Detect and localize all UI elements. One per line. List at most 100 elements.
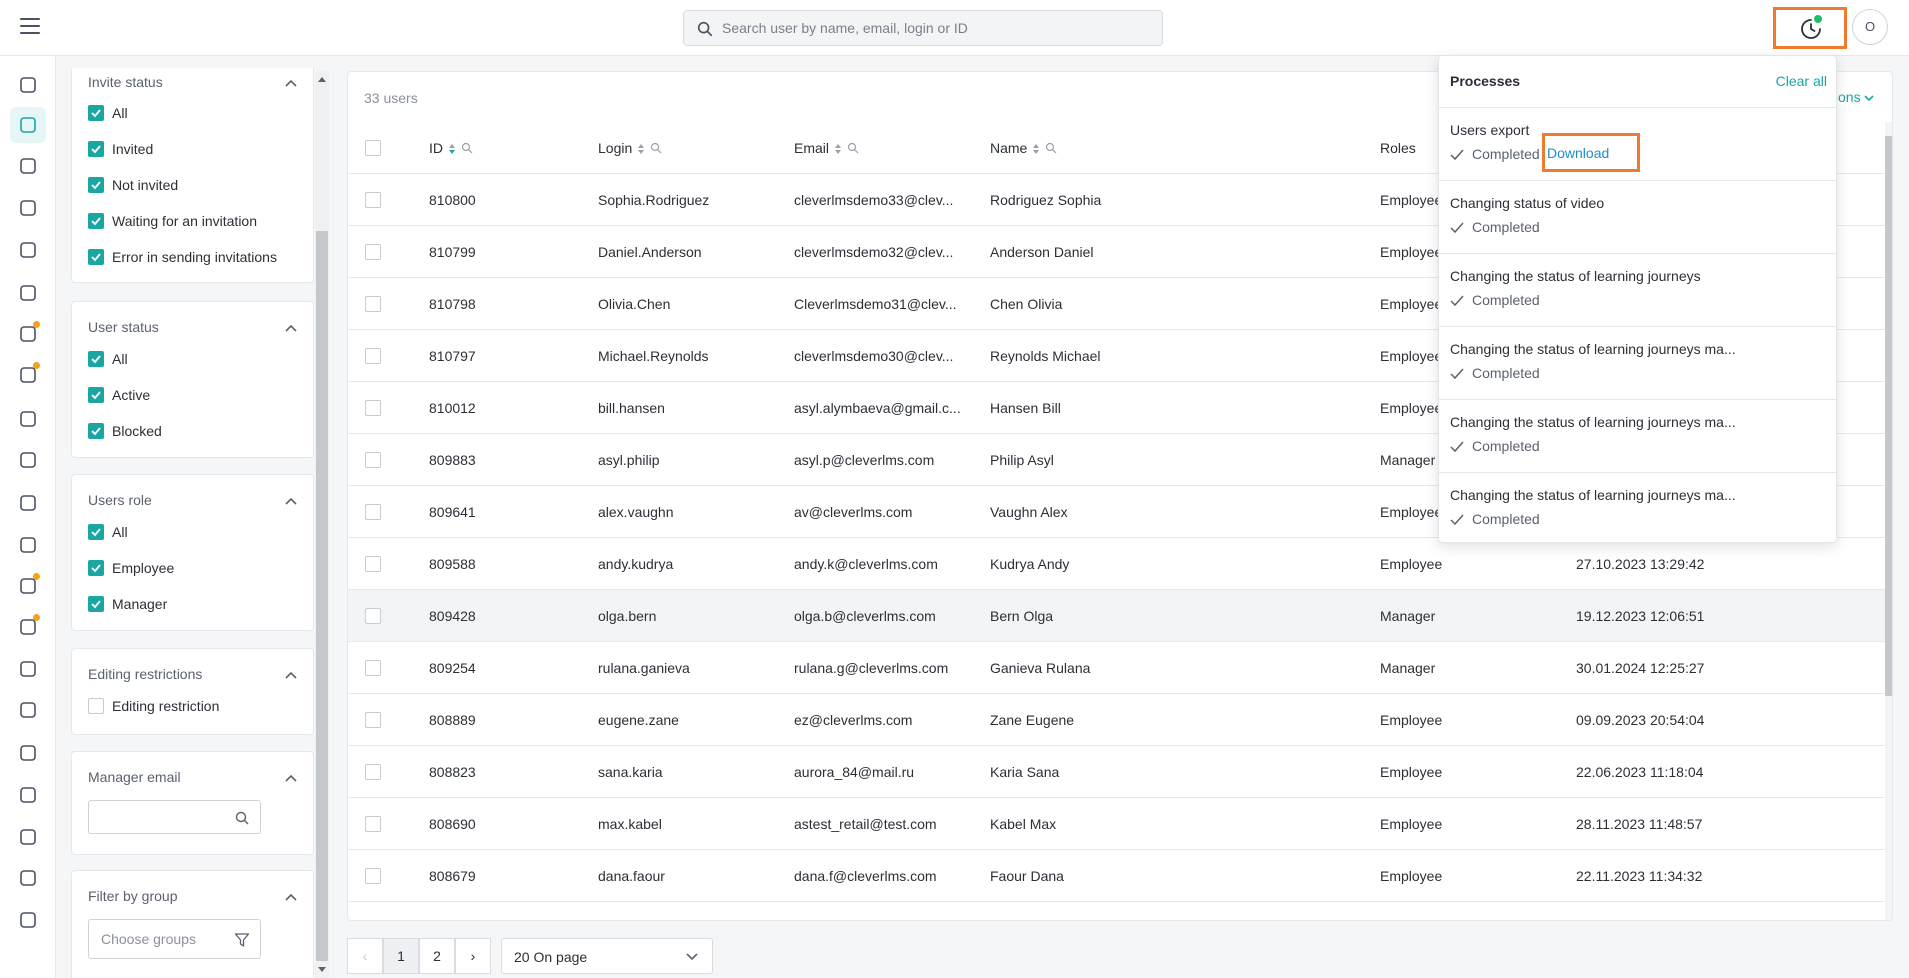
sort-icon[interactable] — [1032, 143, 1040, 155]
row-checkbox[interactable] — [365, 556, 381, 572]
row-checkbox[interactable] — [365, 452, 381, 468]
settings-icon[interactable] — [17, 155, 39, 177]
trend-icon[interactable] — [17, 784, 39, 806]
search-input[interactable] — [722, 11, 1152, 45]
chat-icon[interactable] — [17, 573, 40, 597]
select-all-checkbox[interactable] — [365, 140, 381, 156]
checkbox-checked[interactable] — [88, 387, 104, 403]
search-icon[interactable] — [847, 142, 859, 154]
filters-scrollbar[interactable] — [315, 71, 329, 978]
row-checkbox[interactable] — [365, 608, 381, 624]
scroll-up-arrow[interactable] — [318, 77, 326, 82]
checkbox-checked[interactable] — [88, 177, 104, 193]
avatar[interactable]: O — [1852, 9, 1888, 45]
row-checkbox[interactable] — [365, 712, 381, 728]
column-login[interactable]: Login — [598, 140, 662, 156]
search-icon[interactable] — [461, 142, 473, 154]
video-icon[interactable] — [17, 614, 40, 638]
monitor-icon[interactable] — [17, 867, 39, 889]
cell-name: Reynolds Michael — [990, 348, 1101, 364]
manager-email-input[interactable] — [88, 800, 261, 834]
cell-login: sana.karia — [598, 764, 663, 780]
chevron-up-icon[interactable] — [285, 497, 297, 505]
checkbox-checked[interactable] — [88, 560, 104, 576]
row-checkbox[interactable] — [365, 400, 381, 416]
processes-button[interactable] — [1773, 7, 1847, 49]
checkbox-unchecked[interactable] — [88, 698, 104, 714]
page-1-button[interactable]: 1 — [383, 938, 419, 974]
page-2-button[interactable]: 2 — [419, 938, 455, 974]
row-checkbox[interactable] — [365, 244, 381, 260]
prev-page-button[interactable]: ‹ — [347, 938, 383, 974]
row-checkbox[interactable] — [365, 348, 381, 364]
table-row[interactable]: 809254 rulana.ganieva rulana.g@cleverlms.c… — [348, 642, 1892, 694]
external-link-icon[interactable] — [17, 909, 39, 931]
checkbox-checked[interactable] — [88, 351, 104, 367]
sort-icon[interactable] — [637, 143, 645, 155]
checkbox-checked[interactable] — [88, 249, 104, 265]
search-icon[interactable] — [650, 142, 662, 154]
column-roles[interactable]: Roles — [1380, 140, 1416, 156]
row-checkbox[interactable] — [365, 660, 381, 676]
chevron-up-icon[interactable] — [285, 324, 297, 332]
column-email[interactable]: Email — [794, 140, 859, 156]
row-checkbox[interactable] — [365, 296, 381, 312]
gift-icon[interactable] — [17, 699, 39, 721]
calendar-icon[interactable] — [17, 492, 39, 514]
info-icon[interactable] — [17, 534, 39, 556]
actions-menu[interactable]: tions — [1831, 89, 1875, 105]
checkbox-checked[interactable] — [88, 596, 104, 612]
column-id[interactable]: ID — [429, 140, 473, 156]
choose-groups-select[interactable]: Choose groups — [88, 919, 261, 959]
tasks-icon[interactable] — [17, 362, 40, 386]
row-checkbox[interactable] — [365, 816, 381, 832]
copy-icon[interactable] — [17, 408, 39, 430]
scroll-down-arrow[interactable] — [318, 967, 326, 972]
page-size-select[interactable]: 20 On page — [501, 938, 713, 974]
users-icon[interactable] — [10, 107, 46, 143]
row-checkbox[interactable] — [365, 504, 381, 520]
row-checkbox[interactable] — [365, 868, 381, 884]
star-icon[interactable] — [17, 826, 39, 848]
help-icon[interactable] — [17, 449, 39, 471]
row-checkbox[interactable] — [365, 764, 381, 780]
row-checkbox[interactable] — [365, 192, 381, 208]
column-name[interactable]: Name — [990, 140, 1057, 156]
user-check-icon[interactable] — [17, 742, 39, 764]
cell-id: 810798 — [429, 296, 476, 312]
table-row[interactable]: 809428 olga.bern olga.b@cleverlms.com Bern … — [348, 590, 1892, 642]
sort-icon[interactable] — [448, 143, 456, 155]
courses-icon[interactable] — [17, 74, 39, 96]
checkbox-checked[interactable] — [88, 141, 104, 157]
checkbox-checked[interactable] — [88, 524, 104, 540]
table-row[interactable]: 808679 dana.faour dana.f@cleverlms.com Faou… — [348, 850, 1892, 902]
next-page-button[interactable]: › — [455, 938, 491, 974]
chevron-up-icon[interactable] — [285, 774, 297, 782]
sort-icon[interactable] — [834, 143, 842, 155]
checkbox-checked[interactable] — [88, 213, 104, 229]
chevron-up-icon[interactable] — [285, 893, 297, 901]
scroll-thumb[interactable] — [316, 231, 328, 961]
clear-all-button[interactable]: Clear all — [1776, 73, 1827, 89]
scroll-thumb[interactable] — [1885, 136, 1892, 696]
table-scrollbar[interactable] — [1885, 122, 1892, 920]
search-icon[interactable] — [1045, 142, 1057, 154]
analytics-icon[interactable] — [17, 197, 39, 219]
documents-icon[interactable] — [17, 282, 39, 304]
checkbox-checked[interactable] — [88, 423, 104, 439]
table-row[interactable]: 808690 max.kabel astest_retail@test.com Kab… — [348, 798, 1892, 850]
search-box[interactable] — [683, 10, 1163, 46]
table-row[interactable]: 808823 sana.karia aurora_84@mail.ru Karia S… — [348, 746, 1892, 798]
trophy-icon[interactable] — [17, 658, 39, 680]
cell-login: dana.faour — [598, 868, 665, 884]
assignments-icon[interactable] — [17, 239, 39, 261]
menu-icon[interactable] — [20, 18, 40, 34]
cell-email: dana.f@cleverlms.com — [794, 868, 937, 884]
chevron-up-icon[interactable] — [285, 671, 297, 679]
chevron-up-icon[interactable] — [285, 79, 297, 87]
table-row[interactable]: 808889 eugene.zane ez@cleverlms.com Zane Eu… — [348, 694, 1892, 746]
skills-icon[interactable] — [17, 321, 40, 345]
checkbox-checked[interactable] — [88, 105, 104, 121]
download-button[interactable]: Download — [1542, 133, 1640, 172]
table-row[interactable]: 809588 andy.kudrya andy.k@cleverlms.com Kud… — [348, 538, 1892, 590]
